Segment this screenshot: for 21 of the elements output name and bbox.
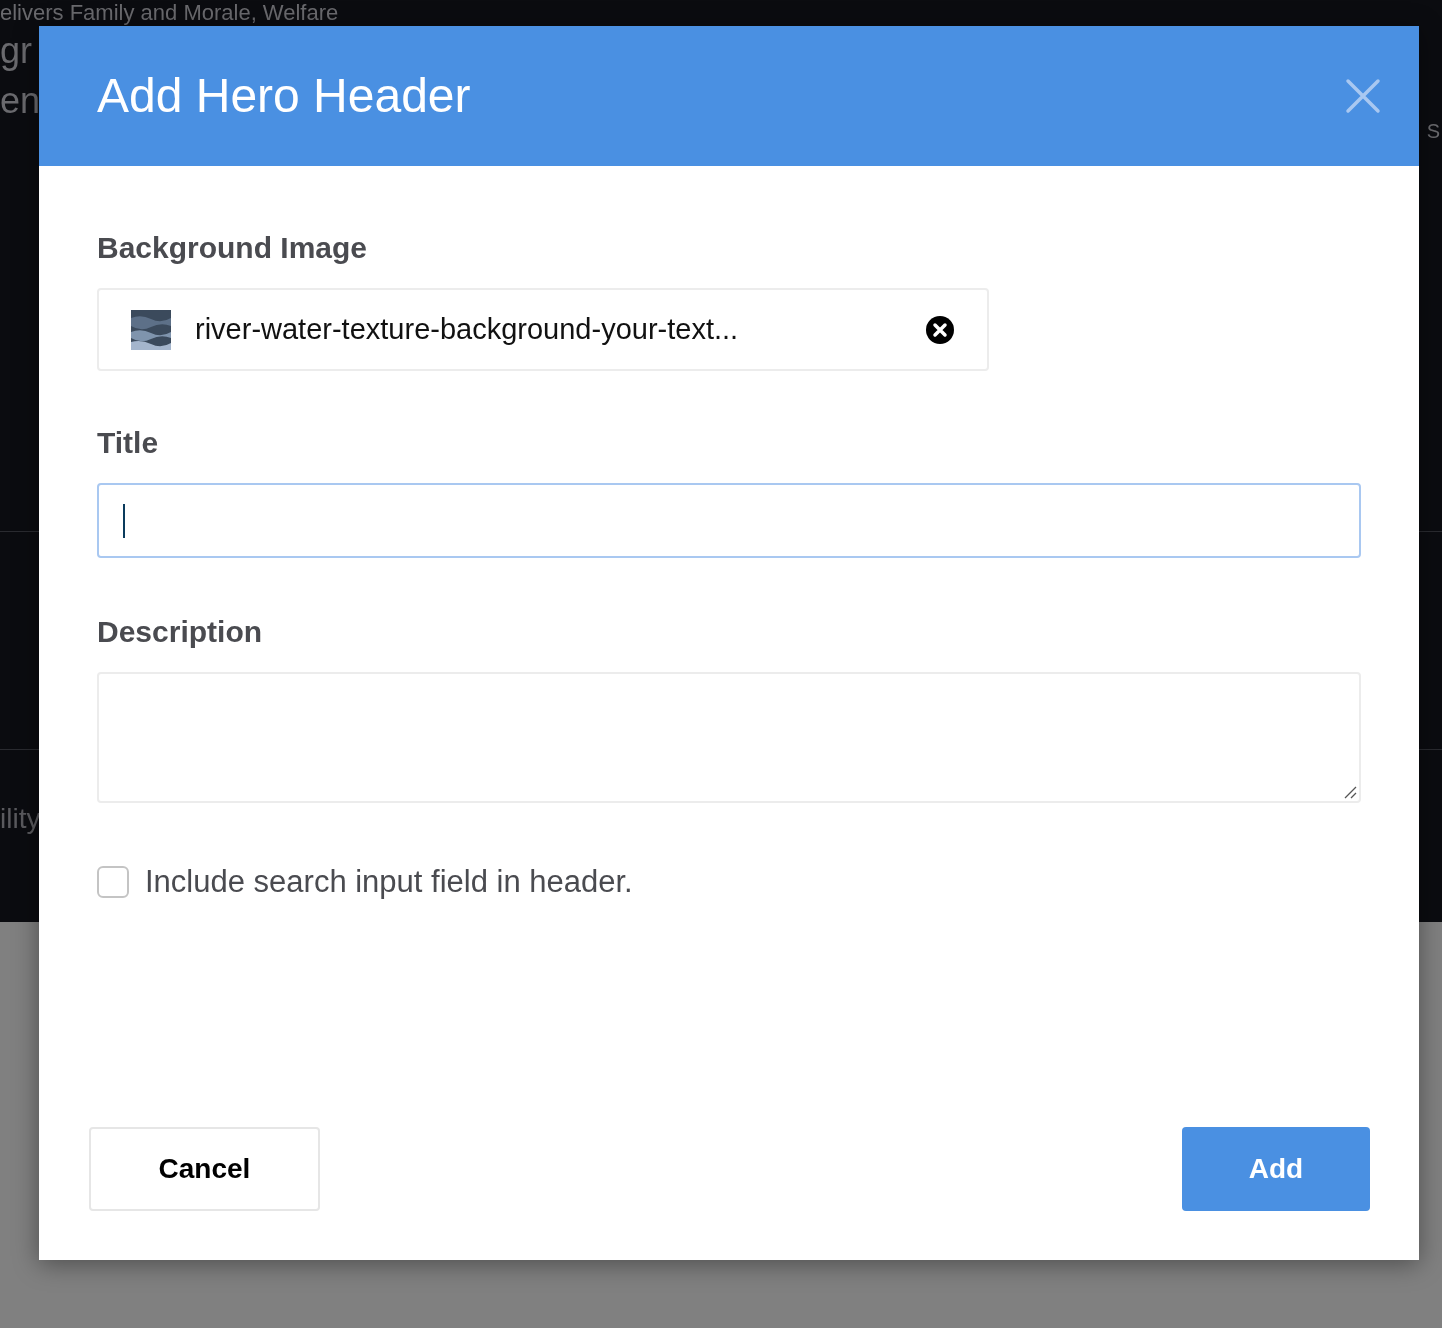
- background-text: ility: [0, 802, 41, 836]
- field-label: Description: [97, 614, 264, 650]
- title-input-field[interactable]: [97, 483, 1361, 558]
- file-name: river-water-texture-background-your-text...: [195, 311, 740, 347]
- dialog-title: Add Hero Header: [97, 68, 471, 124]
- checkbox-label: Include search input field in header.: [145, 863, 633, 901]
- file-field[interactable]: river-water-texture-background-your-text...: [97, 288, 989, 371]
- remove-icon: [926, 315, 954, 344]
- background-heading-text: en: [0, 79, 41, 123]
- checkbox[interactable]: [97, 866, 129, 899]
- remove-file-button[interactable]: [925, 314, 955, 345]
- field-label: Background Image: [97, 230, 369, 266]
- background-heading-text: elivers Family and Morale, Welfare: [0, 0, 339, 26]
- background-heading-text: gr: [0, 29, 32, 73]
- field-label: Title: [97, 425, 160, 461]
- resize-handle-icon[interactable]: [1343, 785, 1357, 799]
- cancel-button[interactable]: Cancel: [89, 1127, 320, 1211]
- close-button[interactable]: [1343, 76, 1383, 116]
- close-icon: [1345, 78, 1381, 114]
- text-cursor: [123, 503, 125, 538]
- background-text: S: [1426, 119, 1440, 144]
